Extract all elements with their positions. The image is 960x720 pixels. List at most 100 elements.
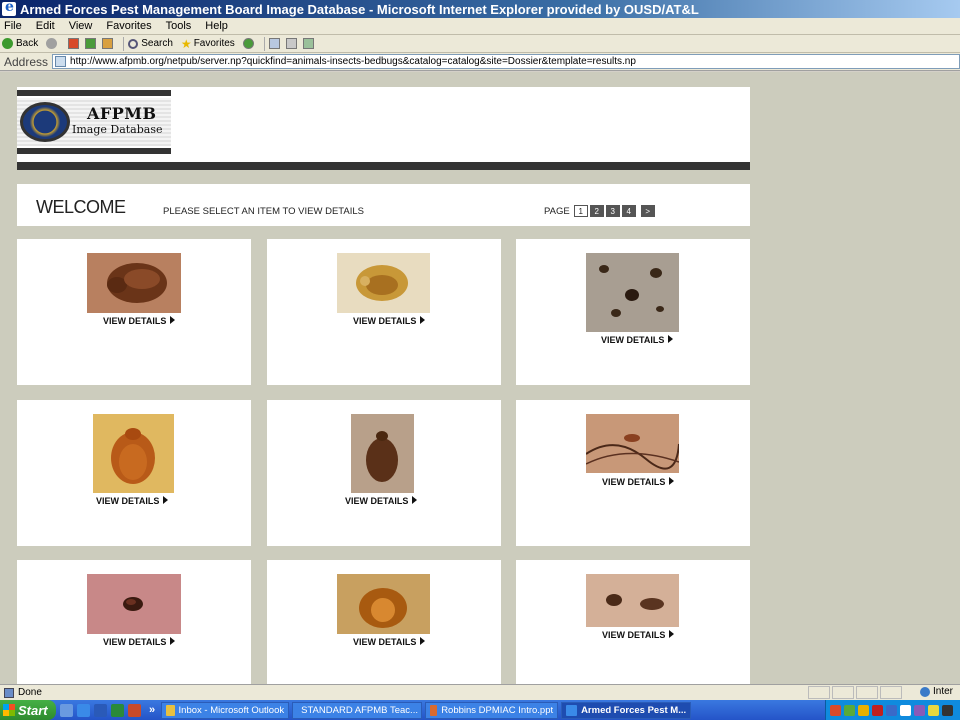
address-input[interactable]: http://www.afpmb.org/netpub/server.np?qu… xyxy=(52,54,960,69)
quick-launch-access-icon[interactable] xyxy=(128,703,141,717)
site-header: AFPMB Image Database xyxy=(17,87,750,170)
start-button[interactable]: Start xyxy=(0,700,56,720)
bedbug-photo[interactable] xyxy=(586,574,679,627)
logo-rule xyxy=(17,90,171,96)
tray-icon[interactable] xyxy=(886,704,897,716)
quick-launch-overflow[interactable]: » xyxy=(149,704,155,716)
page-4-button[interactable]: 4 xyxy=(621,205,636,217)
menu-tools[interactable]: Tools xyxy=(166,20,192,32)
bedbug-photo[interactable] xyxy=(337,574,430,634)
mail-icon[interactable] xyxy=(268,38,280,49)
security-zone: Inter xyxy=(920,686,953,697)
quick-launch-excel-icon[interactable] xyxy=(111,703,124,717)
forward-button[interactable] xyxy=(46,38,60,49)
welcome-title: WELCOME xyxy=(36,197,126,217)
refresh-icon[interactable] xyxy=(85,38,97,49)
tray-icon[interactable] xyxy=(928,704,939,716)
logo-subtitle: Image Database xyxy=(72,123,163,136)
stop-icon[interactable] xyxy=(68,38,80,49)
menu-view[interactable]: View xyxy=(69,20,93,32)
back-button[interactable]: Back xyxy=(2,38,38,49)
edit-icon[interactable] xyxy=(302,38,314,49)
quick-launch-ie-icon[interactable] xyxy=(77,703,90,717)
windows-taskbar: Start » Inbox - Microsoft Outlook STANDA… xyxy=(0,700,960,720)
bedbug-photo[interactable] xyxy=(337,253,430,313)
play-arrow-icon xyxy=(669,630,675,638)
play-arrow-icon xyxy=(170,316,176,324)
status-text: Done xyxy=(18,687,42,698)
page-3-button[interactable]: 3 xyxy=(605,205,620,217)
welcome-bar: WELCOME PLEASE SELECT AN ITEM TO VIEW DE… xyxy=(17,184,750,226)
view-details-link[interactable]: VIEW DETAILS xyxy=(602,630,675,640)
taskbar-item-outlook[interactable]: Inbox - Microsoft Outlook xyxy=(161,701,290,719)
page-viewport: AFPMB Image Database WELCOME PLEASE SELE… xyxy=(0,72,960,684)
bedbug-photo[interactable] xyxy=(586,253,679,332)
play-arrow-icon xyxy=(420,637,426,645)
play-arrow-icon xyxy=(420,316,426,324)
tray-icon[interactable] xyxy=(900,704,911,716)
search-button[interactable]: Search xyxy=(128,38,173,49)
taskbar-item-afpmb-ie[interactable]: Armed Forces Pest M... xyxy=(561,701,692,719)
bedbug-photo[interactable] xyxy=(93,414,174,493)
toolbar-separator xyxy=(123,36,125,51)
view-details-link[interactable]: VIEW DETAILS xyxy=(345,496,418,506)
play-arrow-icon xyxy=(163,496,169,504)
view-details-link[interactable]: VIEW DETAILS xyxy=(96,496,169,506)
favorites-button[interactable]: ★ Favorites xyxy=(181,37,235,51)
browser-toolbar: Back Search ★ Favorites xyxy=(0,35,960,53)
toolbar-separator xyxy=(263,36,265,51)
tray-icon[interactable] xyxy=(872,704,883,716)
start-label: Start xyxy=(18,702,48,718)
search-label: Search xyxy=(141,38,173,49)
header-rule xyxy=(17,162,750,170)
bedbug-photo[interactable] xyxy=(351,414,414,493)
page-1-button[interactable]: 1 xyxy=(573,205,588,217)
status-panel xyxy=(808,686,830,699)
tray-icon[interactable] xyxy=(914,704,925,716)
afpmb-logo[interactable]: AFPMB Image Database xyxy=(17,90,171,156)
view-details-link[interactable]: VIEW DETAILS xyxy=(353,316,426,326)
menu-favorites[interactable]: Favorites xyxy=(106,20,151,32)
media-icon[interactable] xyxy=(242,38,254,49)
tray-icon[interactable] xyxy=(830,704,841,716)
taskbar-item-standard-afpmb[interactable]: STANDARD AFPMB Teac... xyxy=(292,701,423,719)
view-details-link[interactable]: VIEW DETAILS xyxy=(601,335,674,345)
address-label: Address xyxy=(4,54,49,69)
quick-launch-word-icon[interactable] xyxy=(94,703,107,717)
view-details-link[interactable]: VIEW DETAILS xyxy=(602,477,675,487)
tray-icon[interactable] xyxy=(858,704,869,716)
next-page-button[interactable]: > xyxy=(640,205,655,217)
result-card: VIEW DETAILS xyxy=(267,239,501,385)
home-icon[interactable] xyxy=(102,38,114,49)
bedbug-photo[interactable] xyxy=(87,574,181,634)
bedbug-photo[interactable] xyxy=(87,253,181,313)
menu-file[interactable]: File xyxy=(4,20,22,32)
tray-icon[interactable] xyxy=(942,704,953,716)
bedbug-photo[interactable] xyxy=(586,414,679,473)
view-details-link[interactable]: VIEW DETAILS xyxy=(103,316,176,326)
view-details-link[interactable]: VIEW DETAILS xyxy=(103,637,176,647)
view-details-link[interactable]: VIEW DETAILS xyxy=(353,637,426,647)
favorites-label: Favorites xyxy=(193,38,235,49)
back-label: Back xyxy=(16,38,39,49)
result-card: VIEW DETAILS xyxy=(516,239,750,385)
result-card: VIEW DETAILS xyxy=(17,560,251,684)
window-title: Armed Forces Pest Management Board Image… xyxy=(20,1,699,17)
logo-title: AFPMB xyxy=(87,104,157,123)
result-card: VIEW DETAILS xyxy=(516,400,750,546)
page-2-button[interactable]: 2 xyxy=(589,205,604,217)
dod-seal-icon xyxy=(20,102,70,142)
taskbar-item-robbins-dpmiac[interactable]: Robbins DPMIAC Intro.ppt xyxy=(425,701,559,719)
page-status-icon xyxy=(4,687,14,698)
menu-edit[interactable]: Edit xyxy=(36,20,55,32)
internet-explorer-icon xyxy=(2,0,16,16)
address-bar: Address http://www.afpmb.org/netpub/serv… xyxy=(0,53,960,71)
play-arrow-icon xyxy=(668,335,674,343)
internet-explorer-icon xyxy=(566,704,578,716)
back-arrow-icon xyxy=(2,38,13,49)
tray-icon[interactable] xyxy=(844,704,855,716)
quick-launch-desktop-icon[interactable] xyxy=(60,703,73,717)
print-icon[interactable] xyxy=(285,38,297,49)
status-panel xyxy=(832,686,854,699)
menu-help[interactable]: Help xyxy=(205,20,228,32)
